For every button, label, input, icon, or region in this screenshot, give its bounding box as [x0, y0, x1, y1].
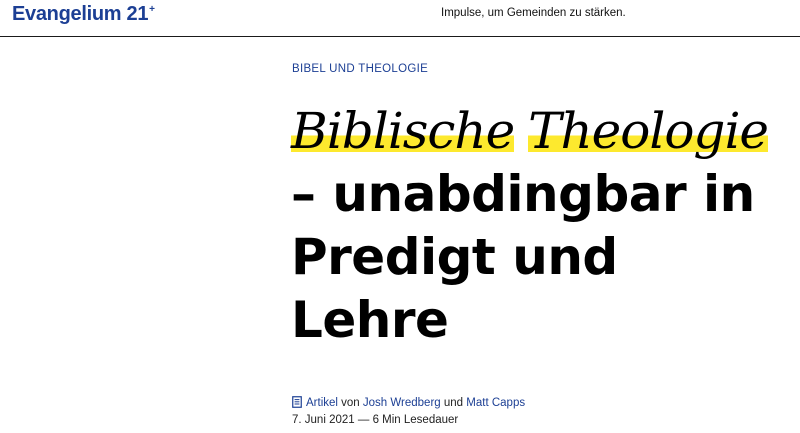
- title-highlight-1: Biblische: [291, 102, 515, 160]
- site-logo[interactable]: Evangelium 21+: [12, 3, 155, 26]
- logo-text: Evangelium 21: [12, 3, 149, 25]
- article-title: Biblische Theologie – unabdingbar in Pre…: [291, 100, 791, 352]
- article-type-link[interactable]: Artikel: [306, 397, 338, 409]
- site-tagline: Impulse, um Gemeinden zu stärken.: [441, 7, 626, 19]
- article-date-line: 7. Juni 2021 — 6 Min Lesedauer: [292, 414, 458, 426]
- byline-von: von: [341, 397, 360, 409]
- site-header: Evangelium 21+ Impulse, um Gemeinden zu …: [0, 0, 800, 37]
- document-icon: [292, 396, 302, 412]
- date-separator: —: [357, 414, 370, 426]
- author-link-2[interactable]: Matt Capps: [466, 397, 525, 409]
- article-category-link[interactable]: BIBEL UND THEOLOGIE: [292, 63, 428, 75]
- author-link-1[interactable]: Josh Wredberg: [363, 397, 441, 409]
- publish-date: 7. Juni 2021: [292, 414, 355, 426]
- article-byline: Artikel von Josh Wredberg und Matt Capps: [292, 396, 525, 412]
- title-highlight-2: Theologie: [528, 102, 769, 160]
- title-rest: – unabdingbar in Predigt und Lehre: [291, 165, 755, 349]
- logo-plus-icon: +: [149, 4, 155, 15]
- byline-und: und: [443, 397, 464, 409]
- read-time: 6 Min Lesedauer: [372, 414, 459, 426]
